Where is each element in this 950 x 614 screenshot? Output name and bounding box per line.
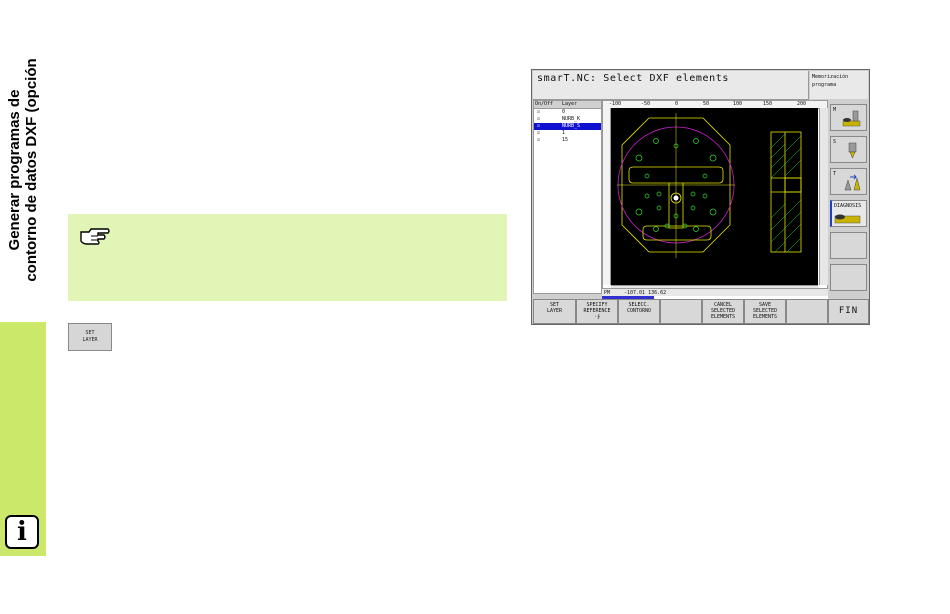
layer-visibility-checkbox[interactable]: ☑ — [537, 109, 540, 116]
info-icon: i — [5, 515, 39, 549]
ruler-tick-label: 100 — [733, 101, 743, 107]
layer-row[interactable]: ☑ 0 — [534, 109, 601, 116]
ruler-tick-label: 150 — [763, 101, 773, 107]
chapter-title: Generar programas de contorno de datos D… — [0, 0, 46, 322]
vertical-softkey-bar: M S T DIAGNOSIS — [828, 100, 870, 298]
screen-header: smarT.NC: Select DXF elements — [533, 71, 809, 100]
set-layer-softkey[interactable]: SET LAYER — [533, 299, 576, 324]
column-onoff: On/Off — [535, 101, 554, 107]
ruler-tick-label: -100 — [609, 101, 622, 107]
layer-visibility-checkbox[interactable]: ☑ — [537, 130, 540, 137]
cancel-selected-elements-softkey[interactable]: CANCEL SELECTED ELEMENTS — [702, 299, 744, 324]
s-spindle-button[interactable]: S — [830, 136, 867, 163]
horizontal-softkey-bar: SET LAYER SPECIFY REFERENCE ·∱ SELECC. C… — [533, 299, 869, 324]
fin-softkey[interactable]: FIN — [828, 299, 869, 324]
ruler-tick-label: 0 — [675, 101, 679, 107]
dxf-canvas[interactable] — [611, 108, 818, 285]
chapter-title-line1: Generar programas de — [6, 89, 23, 251]
layer-row-selected[interactable]: ☑ NURB_S — [534, 123, 601, 130]
save-selected-elements-softkey[interactable]: SAVE SELECTED ELEMENTS — [744, 299, 786, 324]
screen-title: smarT.NC: Select DXF elements — [537, 73, 729, 84]
column-layer: Layer — [562, 101, 578, 107]
t-tool-button[interactable]: T — [830, 168, 867, 195]
spindle-speed-icon — [848, 142, 857, 159]
dxf-drawing-panel: -100 -50 0 50 100 150 200 — [602, 100, 828, 296]
operating-mode: Memorización programa — [810, 71, 868, 99]
empty-softkey[interactable] — [786, 299, 828, 324]
layer-row[interactable]: ☑ NURB_K — [534, 116, 601, 123]
note-box — [68, 214, 507, 301]
side-view-hatching — [770, 133, 802, 253]
layer-list-header: On/Off Layer — [534, 101, 601, 109]
control-screen: smarT.NC: Select DXF elements Memorizaci… — [531, 69, 870, 325]
diagnosis-button[interactable]: DIAGNOSIS — [830, 200, 867, 227]
layer-visibility-checkbox[interactable]: ☑ — [537, 116, 540, 123]
side-view — [770, 131, 802, 253]
select-contour-softkey[interactable]: SELECC. CONTORNO — [618, 299, 660, 324]
empty-softkey[interactable] — [660, 299, 702, 324]
vertical-ruler — [603, 108, 611, 285]
empty-softkey[interactable] — [830, 232, 867, 259]
ruler-tick-label: 200 — [797, 101, 807, 107]
layer-visibility-checkbox[interactable]: ☑ — [537, 137, 540, 144]
layer-name: NURB_K — [562, 116, 581, 122]
vertical-scrollbar[interactable] — [819, 108, 828, 285]
tool-change-icon — [844, 174, 861, 191]
operating-mode-line2: programa — [812, 82, 837, 88]
layer-visibility-checkbox[interactable]: ☑ — [537, 123, 540, 130]
layer-list: On/Off Layer ☑ 0 ☑ NURB_K ☑ NURB_S ☑ 1 ☑… — [533, 100, 602, 294]
layer-name: 1 — [562, 130, 566, 136]
specify-reference-softkey[interactable]: SPECIFY REFERENCE ·∱ — [576, 299, 618, 324]
layer-name: 15 — [562, 137, 569, 143]
ruler-tick-label: -50 — [641, 101, 651, 107]
pointing-hand-icon — [80, 228, 110, 245]
empty-softkey[interactable] — [830, 264, 867, 291]
set-layer-softkey-illustration: SET LAYER — [68, 323, 112, 351]
machine-spindle-icon — [842, 110, 861, 127]
softkey-label-line1: SET — [85, 330, 95, 336]
layer-name: NURB_S — [562, 123, 581, 129]
layer-name: 0 — [562, 109, 566, 115]
m-function-button[interactable]: M — [830, 104, 867, 131]
softkey-label-line2: LAYER — [82, 337, 98, 343]
chapter-title-line2: contorno de datos DXF (opción — [23, 58, 40, 282]
diagnosis-icon — [834, 214, 861, 224]
layer-row[interactable]: ☑ 15 — [534, 137, 601, 144]
ruler-tick-label: 50 — [703, 101, 710, 107]
layer-row[interactable]: ☑ 1 — [534, 130, 601, 137]
operating-mode-line1: Memorización — [812, 74, 849, 80]
